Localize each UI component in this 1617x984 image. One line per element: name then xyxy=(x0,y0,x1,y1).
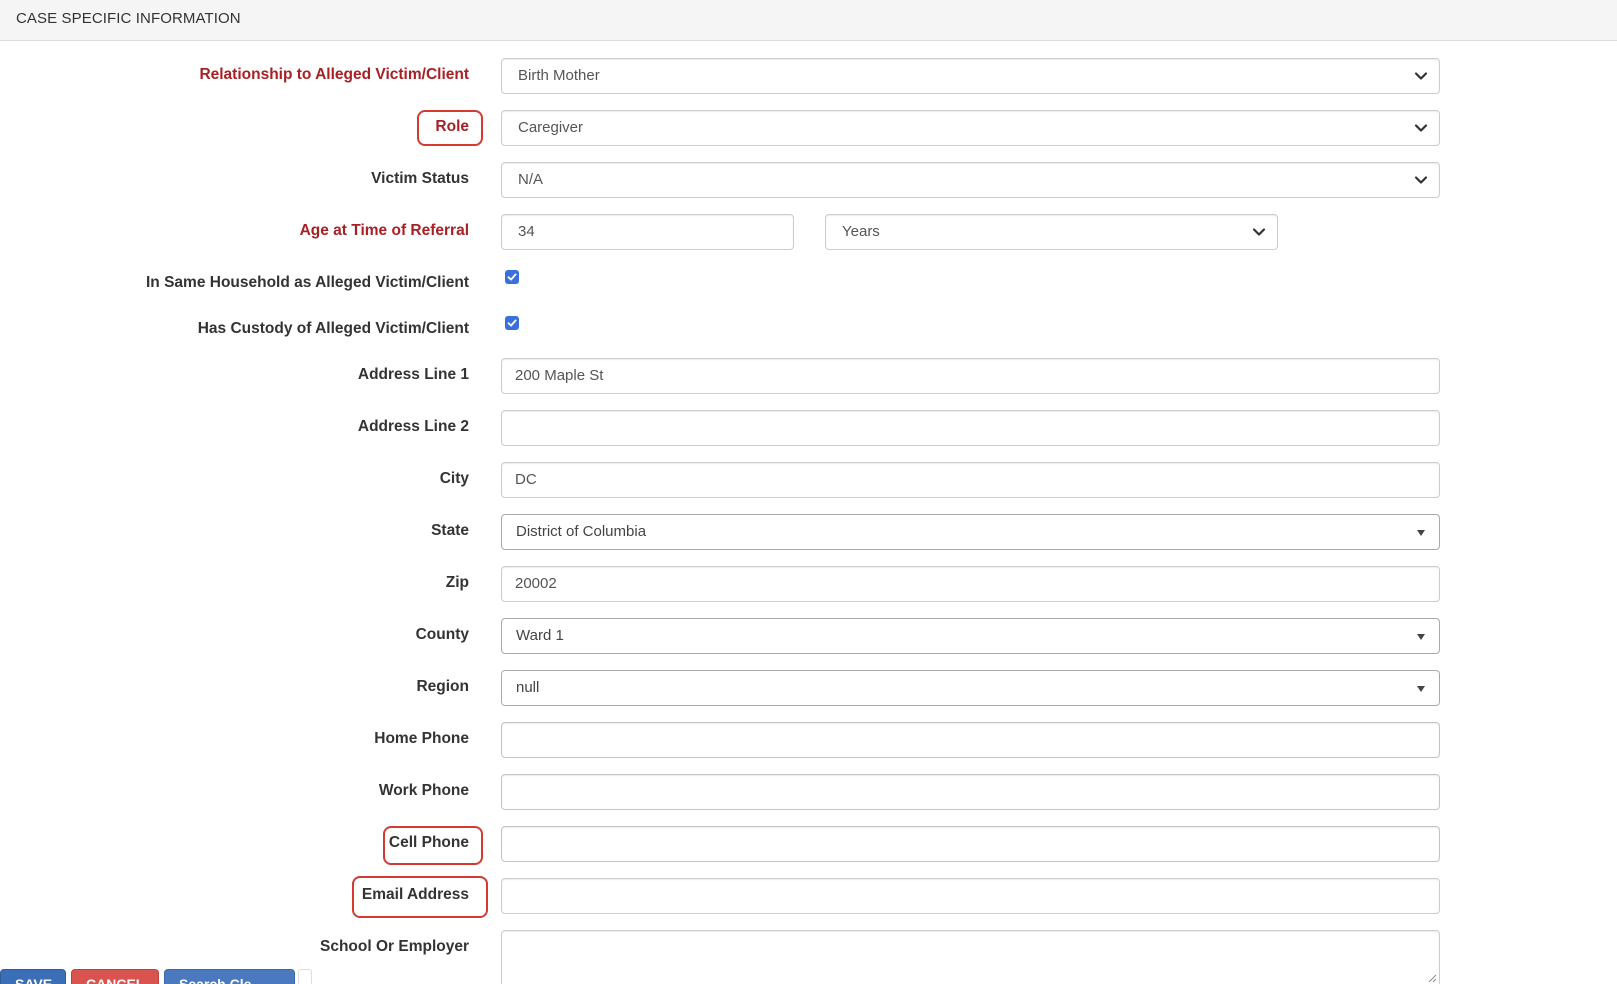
victim-status-select[interactable]: N/A xyxy=(501,162,1440,198)
address2-input[interactable] xyxy=(501,410,1440,446)
zip-input[interactable]: 20002 xyxy=(501,566,1440,602)
same-household-label: In Same Household as Alleged Victim/Clie… xyxy=(146,274,469,291)
chevron-down-icon xyxy=(1414,72,1428,80)
work-phone-label: Work Phone xyxy=(378,782,469,799)
city-value: DC xyxy=(515,471,537,488)
cancel-button-label: CANCEL xyxy=(86,976,145,984)
state-label: State xyxy=(431,522,469,539)
cell-phone-input[interactable] xyxy=(501,826,1440,862)
victim-status-value: N/A xyxy=(518,171,544,188)
save-button-label: SAVE xyxy=(15,976,53,984)
check-icon xyxy=(507,319,517,327)
cell-phone-label: Cell Phone xyxy=(388,834,469,851)
address1-input[interactable]: 200 Maple St xyxy=(501,358,1440,394)
same-household-checkbox[interactable] xyxy=(505,270,519,284)
zip-value: 20002 xyxy=(515,575,557,592)
county-select[interactable]: Ward 1 xyxy=(501,618,1440,654)
role-value: Caregiver xyxy=(518,119,584,136)
age-row: Age at Time of Referral xyxy=(0,214,1617,250)
caret-down-icon xyxy=(1417,530,1425,536)
age-value: 34 xyxy=(518,223,535,240)
email-label: Email Address xyxy=(361,886,469,903)
county-label: County xyxy=(415,626,469,643)
zip-label: Zip xyxy=(445,574,469,591)
panel-title: CASE SPECIFIC INFORMATION xyxy=(16,10,241,27)
home-phone-input[interactable] xyxy=(501,722,1440,758)
role-label: Role xyxy=(435,118,469,135)
region-value: null xyxy=(516,679,540,696)
search-button-label: Search Cle... xyxy=(179,976,264,984)
address1-label: Address Line 1 xyxy=(357,366,469,383)
work-phone-input[interactable] xyxy=(501,774,1440,810)
panel-heading: CASE SPECIFIC INFORMATION xyxy=(0,0,1617,41)
check-icon xyxy=(507,273,517,281)
has-custody-checkbox[interactable] xyxy=(505,316,519,330)
email-input[interactable] xyxy=(501,878,1440,914)
home-phone-label: Home Phone xyxy=(374,730,469,747)
region-select[interactable]: null xyxy=(501,670,1440,706)
has-custody-label: Has Custody of Alleged Victim/Client xyxy=(197,320,469,337)
address1-value: 200 Maple St xyxy=(515,367,604,384)
victim-status-label: Victim Status xyxy=(371,170,469,187)
city-label: City xyxy=(439,470,469,487)
city-input[interactable]: DC xyxy=(501,462,1440,498)
age-label: Age at Time of Referral xyxy=(299,222,469,239)
cancel-button[interactable]: CANCEL xyxy=(71,969,159,984)
role-select[interactable]: Caregiver xyxy=(501,110,1440,146)
age-unit-select[interactable]: Years xyxy=(825,214,1278,250)
age-input[interactable]: 34 xyxy=(501,214,794,250)
case-form-page: CASE SPECIFIC INFORMATION Relationship t… xyxy=(0,0,1617,984)
region-label: Region xyxy=(416,678,469,695)
school-label: School Or Employer xyxy=(319,938,469,955)
has-custody-row: Has Custody of Alleged Victim/Client xyxy=(0,312,1617,348)
chevron-down-icon xyxy=(1414,124,1428,132)
save-button[interactable]: SAVE xyxy=(0,969,66,984)
relationship-value: Birth Mother xyxy=(518,67,600,84)
age-unit-value: Years xyxy=(842,223,880,240)
address2-label: Address Line 2 xyxy=(357,418,469,435)
same-household-row: In Same Household as Alleged Victim/Clie… xyxy=(0,266,1617,302)
county-value: Ward 1 xyxy=(516,627,564,644)
state-value: District of Columbia xyxy=(516,523,647,540)
state-select[interactable]: District of Columbia xyxy=(501,514,1440,550)
caret-down-icon xyxy=(1417,634,1425,640)
resize-grip-icon[interactable] xyxy=(1427,973,1437,983)
more-button-edge[interactable] xyxy=(298,969,312,984)
relationship-label: Relationship to Alleged Victim/Client xyxy=(199,66,469,83)
search-client-button[interactable]: Search Cle... xyxy=(164,969,295,984)
caret-down-icon xyxy=(1417,686,1425,692)
relationship-select[interactable]: Birth Mother xyxy=(501,58,1440,94)
chevron-down-icon xyxy=(1252,228,1266,236)
chevron-down-icon xyxy=(1414,176,1428,184)
school-textarea[interactable] xyxy=(501,930,1440,984)
